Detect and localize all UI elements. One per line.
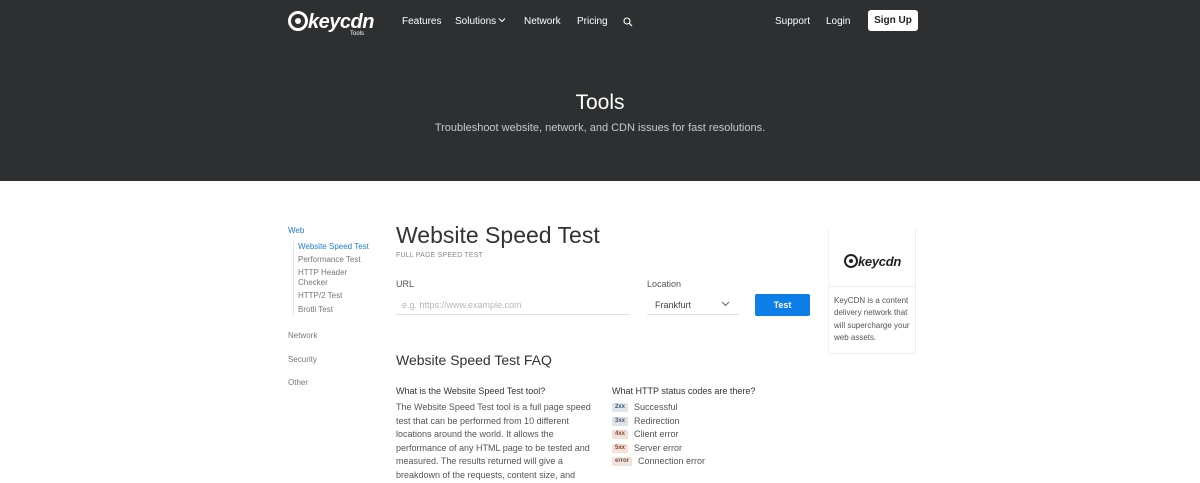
logo-sub: Tools	[350, 31, 365, 37]
faq-title: Website Speed Test FAQ	[396, 352, 552, 368]
status-label: Redirection	[634, 416, 680, 426]
test-button[interactable]: Test	[755, 294, 810, 316]
sidebar-divider	[293, 241, 294, 315]
keycdn-logo[interactable]: keycdn Tools	[288, 10, 374, 38]
faq-question-2: What HTTP status codes are there?	[612, 386, 756, 396]
sidebar-item-http-header-checker[interactable]: HTTP Header Checker	[298, 268, 358, 288]
status-badge: 2xx	[612, 403, 629, 412]
nav-login[interactable]: Login	[826, 16, 850, 28]
ad-text: KeyCDN is a content delivery network tha…	[834, 296, 910, 342]
ad-logo[interactable]: keycdn	[844, 253, 904, 271]
status-code-row: 5xx Server error	[612, 443, 682, 453]
ad-divider	[828, 286, 916, 287]
status-badge: 4xx	[612, 430, 629, 439]
status-label: Client error	[634, 429, 679, 439]
status-label: Successful	[634, 402, 678, 412]
status-badge: error	[612, 457, 633, 466]
status-code-row: error Connection error	[612, 456, 705, 466]
faq-question-1: What is the Website Speed Test tool?	[396, 386, 546, 396]
hero-banner: keycdn Tools Features Solutions Network …	[0, 0, 1200, 181]
url-label: URL	[396, 279, 415, 289]
chevron-down-icon[interactable]	[721, 301, 730, 307]
sidebar-item-http2-test[interactable]: HTTP/2 Test	[298, 291, 342, 301]
sign-up-button[interactable]: Sign Up	[868, 10, 918, 31]
url-input[interactable]	[396, 295, 630, 315]
location-label: Location	[647, 279, 682, 289]
tool-title: Website Speed Test	[396, 222, 600, 248]
keycdn-logo-icon	[844, 254, 858, 268]
status-code-row: 2xx Successful	[612, 402, 678, 412]
faq-answer-1: The Website Speed Test tool is a full pa…	[396, 402, 591, 480]
nav-support[interactable]: Support	[775, 16, 810, 28]
chevron-down-icon[interactable]	[498, 16, 506, 24]
sidebar-category-other[interactable]: Other	[288, 378, 308, 388]
nav-solutions[interactable]: Solutions	[455, 16, 496, 28]
sidebar-category-web[interactable]: Web	[288, 226, 304, 236]
tool-subtitle: FULL PAGE SPEED TEST	[396, 252, 484, 259]
sidebar-item-brotli-test[interactable]: Brotli Test	[298, 305, 333, 315]
sidebar-item-website-speed-test[interactable]: Website Speed Test	[298, 242, 369, 252]
nav-network[interactable]: Network	[524, 16, 561, 28]
sidebar-category-network[interactable]: Network	[288, 331, 317, 341]
nav-features[interactable]: Features	[402, 16, 441, 28]
sidebar-item-performance-test[interactable]: Performance Test	[298, 255, 361, 265]
status-label: Server error	[634, 443, 683, 453]
status-code-row: 3xx Redirection	[612, 416, 680, 426]
status-badge: 5xx	[612, 444, 629, 453]
location-value: Frankfurt	[655, 300, 692, 310]
status-code-row: 4xx Client error	[612, 429, 679, 439]
status-badge: 3xx	[612, 417, 629, 426]
sidebar-category-security[interactable]: Security	[288, 355, 317, 365]
page-title: Tools	[575, 91, 625, 114]
ad-logo-word: keycdn	[858, 254, 902, 269]
status-label: Connection error	[638, 456, 706, 466]
nav-pricing[interactable]: Pricing	[577, 16, 608, 28]
search-icon[interactable]	[623, 17, 633, 27]
keycdn-logo-icon	[288, 11, 308, 31]
logo-word: keycdn	[308, 11, 374, 33]
page-subtitle: Troubleshoot website, network, and CDN i…	[434, 122, 766, 134]
